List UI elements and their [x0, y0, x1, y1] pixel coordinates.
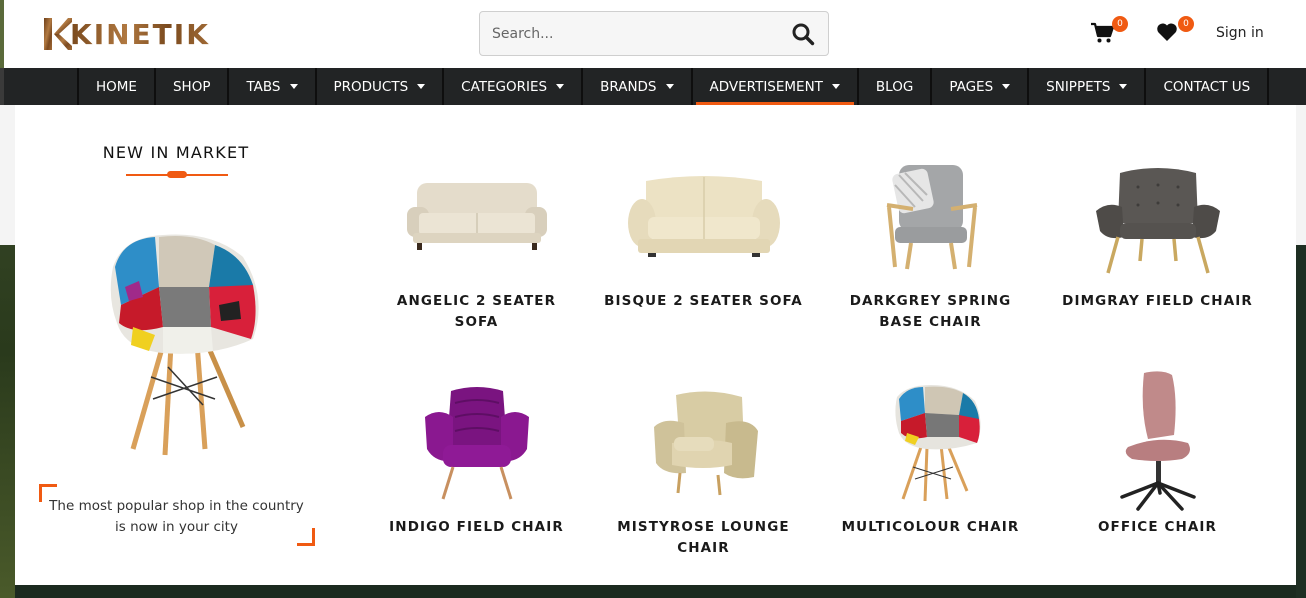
- product-card[interactable]: OFFICE CHAIR: [1044, 369, 1271, 538]
- product-name[interactable]: OFFICE CHAIR: [1044, 517, 1271, 538]
- nav-item-label: CONTACT US: [1163, 78, 1251, 95]
- chair-image[interactable]: [851, 157, 1011, 277]
- caret-down-icon: [1002, 84, 1011, 89]
- caret-down-icon: [665, 84, 674, 89]
- search-input[interactable]: [480, 12, 778, 55]
- product-card[interactable]: DARKGREY SPRING BASE CHAIR: [817, 157, 1044, 333]
- wishlist-count-badge: 0: [1178, 16, 1194, 32]
- nav-item-label: TABS: [246, 78, 281, 95]
- site-header: KINETIK 0 0 Sign in: [0, 0, 1306, 68]
- product-name[interactable]: INDIGO FIELD CHAIR: [363, 517, 590, 538]
- nav-item-label: SHOP: [172, 78, 211, 95]
- promo-text: The most popular shop in the country is …: [49, 498, 304, 535]
- nav-item-shop[interactable]: SHOP: [153, 68, 228, 105]
- nav-menu: HOME SHOP TABS PRODUCTS CATEGORIES BRANDS ADVE…: [77, 68, 1270, 105]
- background-page: [0, 105, 15, 245]
- chair-image[interactable]: [851, 383, 1011, 503]
- nav-item-categories[interactable]: CATEGORIES: [442, 68, 581, 105]
- product-card[interactable]: BISQUE 2 SEATER SOFA: [590, 157, 817, 312]
- product-card[interactable]: DIMGRAY FIELD CHAIR: [1044, 157, 1271, 312]
- chair-image[interactable]: [1078, 369, 1238, 517]
- background-page: [1296, 105, 1306, 245]
- nav-item-home[interactable]: HOME: [77, 68, 154, 105]
- product-name[interactable]: DARKGREY SPRING BASE CHAIR: [817, 291, 1044, 333]
- promo-frame-corner: [297, 528, 315, 546]
- wishlist-button[interactable]: 0: [1156, 16, 1194, 46]
- nav-item-label: BRANDS: [600, 78, 657, 95]
- heart-icon: [1156, 23, 1178, 46]
- nav-item-label: BLOG: [875, 78, 914, 95]
- brand-name: KINETIK: [70, 17, 210, 51]
- chair-image[interactable]: [624, 383, 784, 503]
- cart-icon: [1090, 22, 1115, 48]
- product-name[interactable]: ANGELIC 2 SEATER SOFA: [363, 291, 590, 333]
- promo-title: NEW IN MARKET: [102, 143, 250, 162]
- nav-item-label: PRODUCTS: [333, 78, 409, 95]
- nav-item-label: CATEGORIES: [461, 78, 548, 95]
- advertisement-mega-menu: NEW IN MARKET The most popular shop in t…: [15, 105, 1296, 585]
- caret-down-icon: [289, 84, 298, 89]
- cart-button[interactable]: 0: [1090, 16, 1128, 48]
- product-name[interactable]: MULTICOLOUR CHAIR: [817, 517, 1044, 538]
- nav-item-label: PAGES: [949, 78, 994, 95]
- main-navigation: HOME SHOP TABS PRODUCTS CATEGORIES BRANDS ADVE…: [0, 68, 1306, 105]
- nav-item-blog[interactable]: BLOG: [856, 68, 930, 105]
- nav-item-tabs[interactable]: TABS: [227, 68, 314, 105]
- nav-item-label: SNIPPETS: [1046, 78, 1111, 95]
- search-icon[interactable]: [778, 12, 828, 55]
- caret-down-icon: [831, 84, 840, 89]
- nav-item-contact-us[interactable]: CONTACT US: [1144, 68, 1270, 105]
- caret-down-icon: [417, 84, 426, 89]
- nav-item-label: ADVERTISEMENT: [709, 78, 823, 95]
- brand-logo[interactable]: KINETIK: [42, 14, 210, 54]
- cart-count-badge: 0: [1112, 16, 1128, 32]
- product-name[interactable]: BISQUE 2 SEATER SOFA: [590, 291, 817, 312]
- nav-item-products[interactable]: PRODUCTS: [314, 68, 443, 105]
- nav-item-snippets[interactable]: SNIPPETS: [1027, 68, 1144, 105]
- product-card[interactable]: INDIGO FIELD CHAIR: [363, 383, 590, 538]
- nav-item-brands[interactable]: BRANDS: [581, 68, 690, 105]
- search-bar: [479, 11, 829, 56]
- product-card[interactable]: ANGELIC 2 SEATER SOFA: [363, 157, 590, 333]
- product-name[interactable]: DIMGRAY FIELD CHAIR: [1044, 291, 1271, 312]
- caret-down-icon: [1119, 84, 1128, 89]
- title-underline-dot: [167, 171, 187, 178]
- sign-in-link[interactable]: Sign in: [1216, 25, 1264, 41]
- caret-down-icon: [556, 84, 565, 89]
- product-name[interactable]: MISTYROSE LOUNGE CHAIR: [590, 517, 817, 559]
- sofa-image[interactable]: [624, 157, 784, 277]
- nav-item-advertisement[interactable]: ADVERTISEMENT: [690, 68, 857, 105]
- chair-image[interactable]: [397, 383, 557, 503]
- sofa-image[interactable]: [397, 157, 557, 277]
- product-card[interactable]: MULTICOLOUR CHAIR: [817, 383, 1044, 538]
- logo-mark-icon: [42, 16, 72, 52]
- promo-chair-image[interactable]: [93, 227, 263, 457]
- nav-item-pages[interactable]: PAGES: [930, 68, 1027, 105]
- nav-item-label: HOME: [96, 78, 137, 95]
- chair-image[interactable]: [1078, 157, 1238, 277]
- product-card[interactable]: MISTYROSE LOUNGE CHAIR: [590, 383, 817, 559]
